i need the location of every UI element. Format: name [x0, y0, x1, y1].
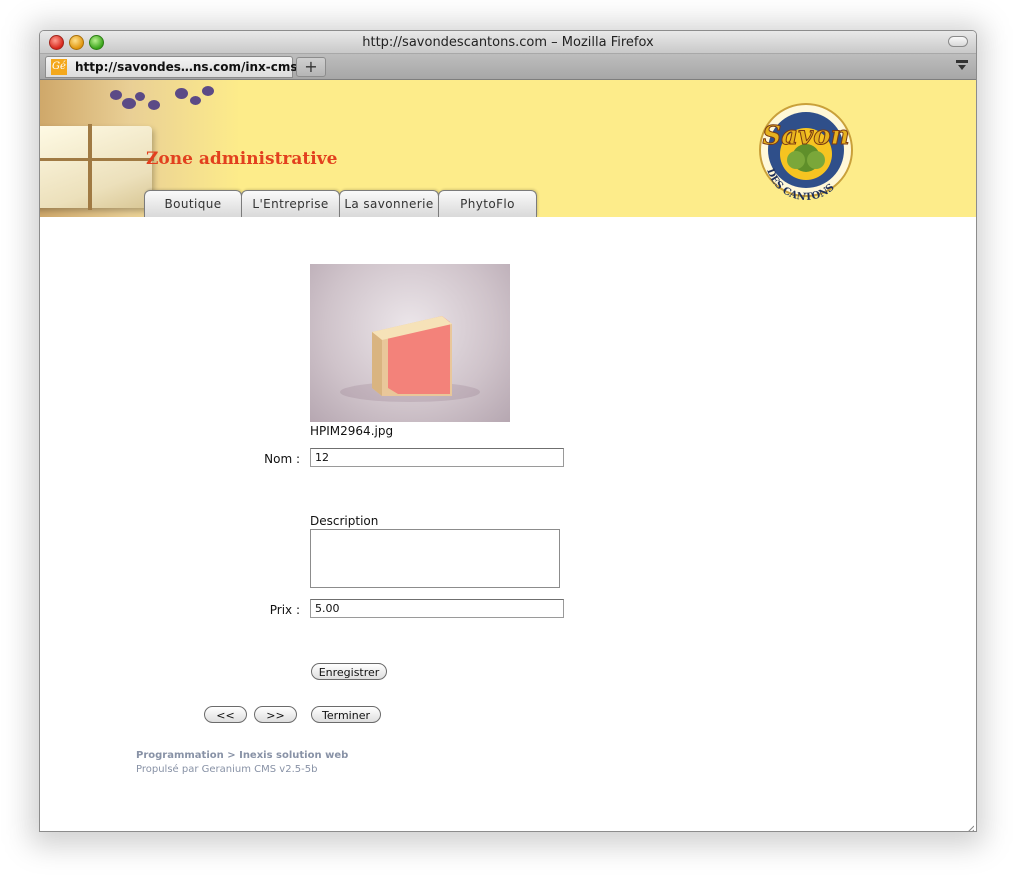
footer-powered-by: Propulsé par Geranium CMS v2.5-5b — [136, 764, 318, 775]
prix-input[interactable]: 5.00 — [310, 599, 564, 618]
svg-text:Savon: Savon — [763, 121, 850, 151]
tab-list-icon[interactable] — [954, 59, 970, 73]
nom-label: Nom : — [264, 452, 300, 466]
lavender-image — [175, 88, 188, 99]
lavender-image — [202, 86, 214, 96]
product-photo — [310, 264, 510, 422]
lavender-image — [148, 100, 160, 110]
tab-savonnerie[interactable]: La savonnerie — [339, 190, 439, 217]
title-bar: http://savondescantons.com – Mozilla Fir… — [40, 31, 976, 54]
site-header-banner: Zone administrative Boutique L'Entrepris… — [40, 80, 976, 217]
tab-entreprise[interactable]: L'Entreprise — [241, 190, 340, 217]
admin-zone-title: Zone administrative — [146, 149, 338, 169]
window-title: http://savondescantons.com – Mozilla Fir… — [362, 35, 654, 50]
lavender-image — [122, 98, 136, 109]
prix-label: Prix : — [269, 603, 300, 617]
next-button[interactable]: >> — [254, 706, 297, 723]
terminer-button[interactable]: Terminer — [311, 706, 381, 723]
enregistrer-button[interactable]: Enregistrer — [311, 663, 387, 680]
soap-bar-image — [40, 126, 152, 208]
previous-button[interactable]: << — [204, 706, 247, 723]
browser-window: http://savondescantons.com – Mozilla Fir… — [39, 30, 977, 832]
image-filename: HPIM2964.jpg — [310, 424, 394, 438]
lavender-image — [135, 92, 145, 101]
resize-grip-icon[interactable] — [964, 819, 975, 831]
savon-des-cantons-logo[interactable]: Savon DES CANTONS — [752, 100, 860, 203]
tab-boutique[interactable]: Boutique — [144, 190, 242, 217]
description-textarea[interactable] — [310, 529, 560, 588]
toolbar-toggle-button[interactable] — [948, 36, 968, 47]
lavender-image — [110, 90, 122, 100]
browser-tab[interactable]: Gé http://savondes…ns.com/inx-cms/ — [45, 56, 302, 78]
description-label: Description — [310, 514, 379, 528]
new-tab-button[interactable]: + — [296, 57, 326, 77]
nom-input[interactable]: 12 — [310, 448, 564, 467]
main-content: HPIM2964.jpg Nom : 12 Description Prix :… — [40, 217, 976, 831]
lavender-image — [190, 96, 201, 105]
twine-image — [88, 124, 92, 210]
browser-tab-label: http://savondes…ns.com/inx-cms/ — [75, 60, 302, 74]
footer-programmation-link[interactable]: Programmation > Inexis solution web — [136, 750, 348, 761]
browser-tab-bar: Gé http://savondes…ns.com/inx-cms/ + — [40, 54, 976, 80]
tab-phytoflo[interactable]: PhytoFlo — [438, 190, 537, 217]
twine-image — [40, 158, 154, 161]
favicon-icon: Gé — [51, 59, 67, 75]
